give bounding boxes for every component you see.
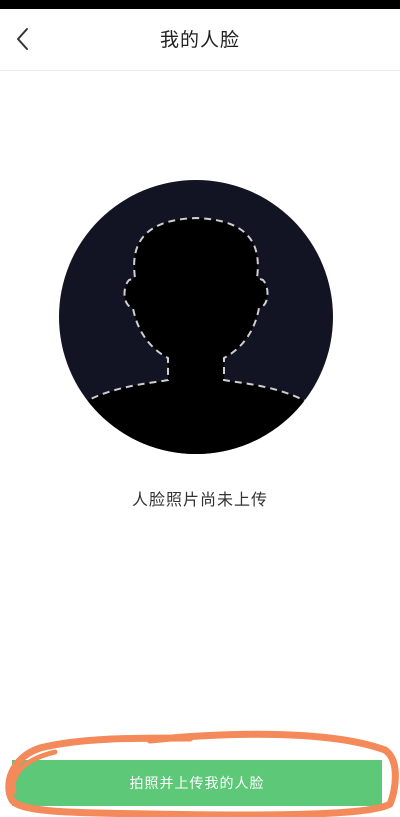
page-title: 我的人脸 [159, 29, 240, 51]
take-photo-upload-button[interactable]: 拍照并上传我的人脸 [12, 760, 382, 806]
face-placeholder [59, 180, 333, 454]
face-upload-screen: 我的人脸 人脸照片尚未上传 拍照并上传我的人脸 [0, 0, 400, 817]
face-silhouette-placeholder-icon [59, 180, 333, 454]
status-bar [0, 0, 400, 9]
header-bar: 我的人脸 [0, 9, 400, 71]
upload-status-text: 人脸照片尚未上传 [131, 490, 268, 509]
